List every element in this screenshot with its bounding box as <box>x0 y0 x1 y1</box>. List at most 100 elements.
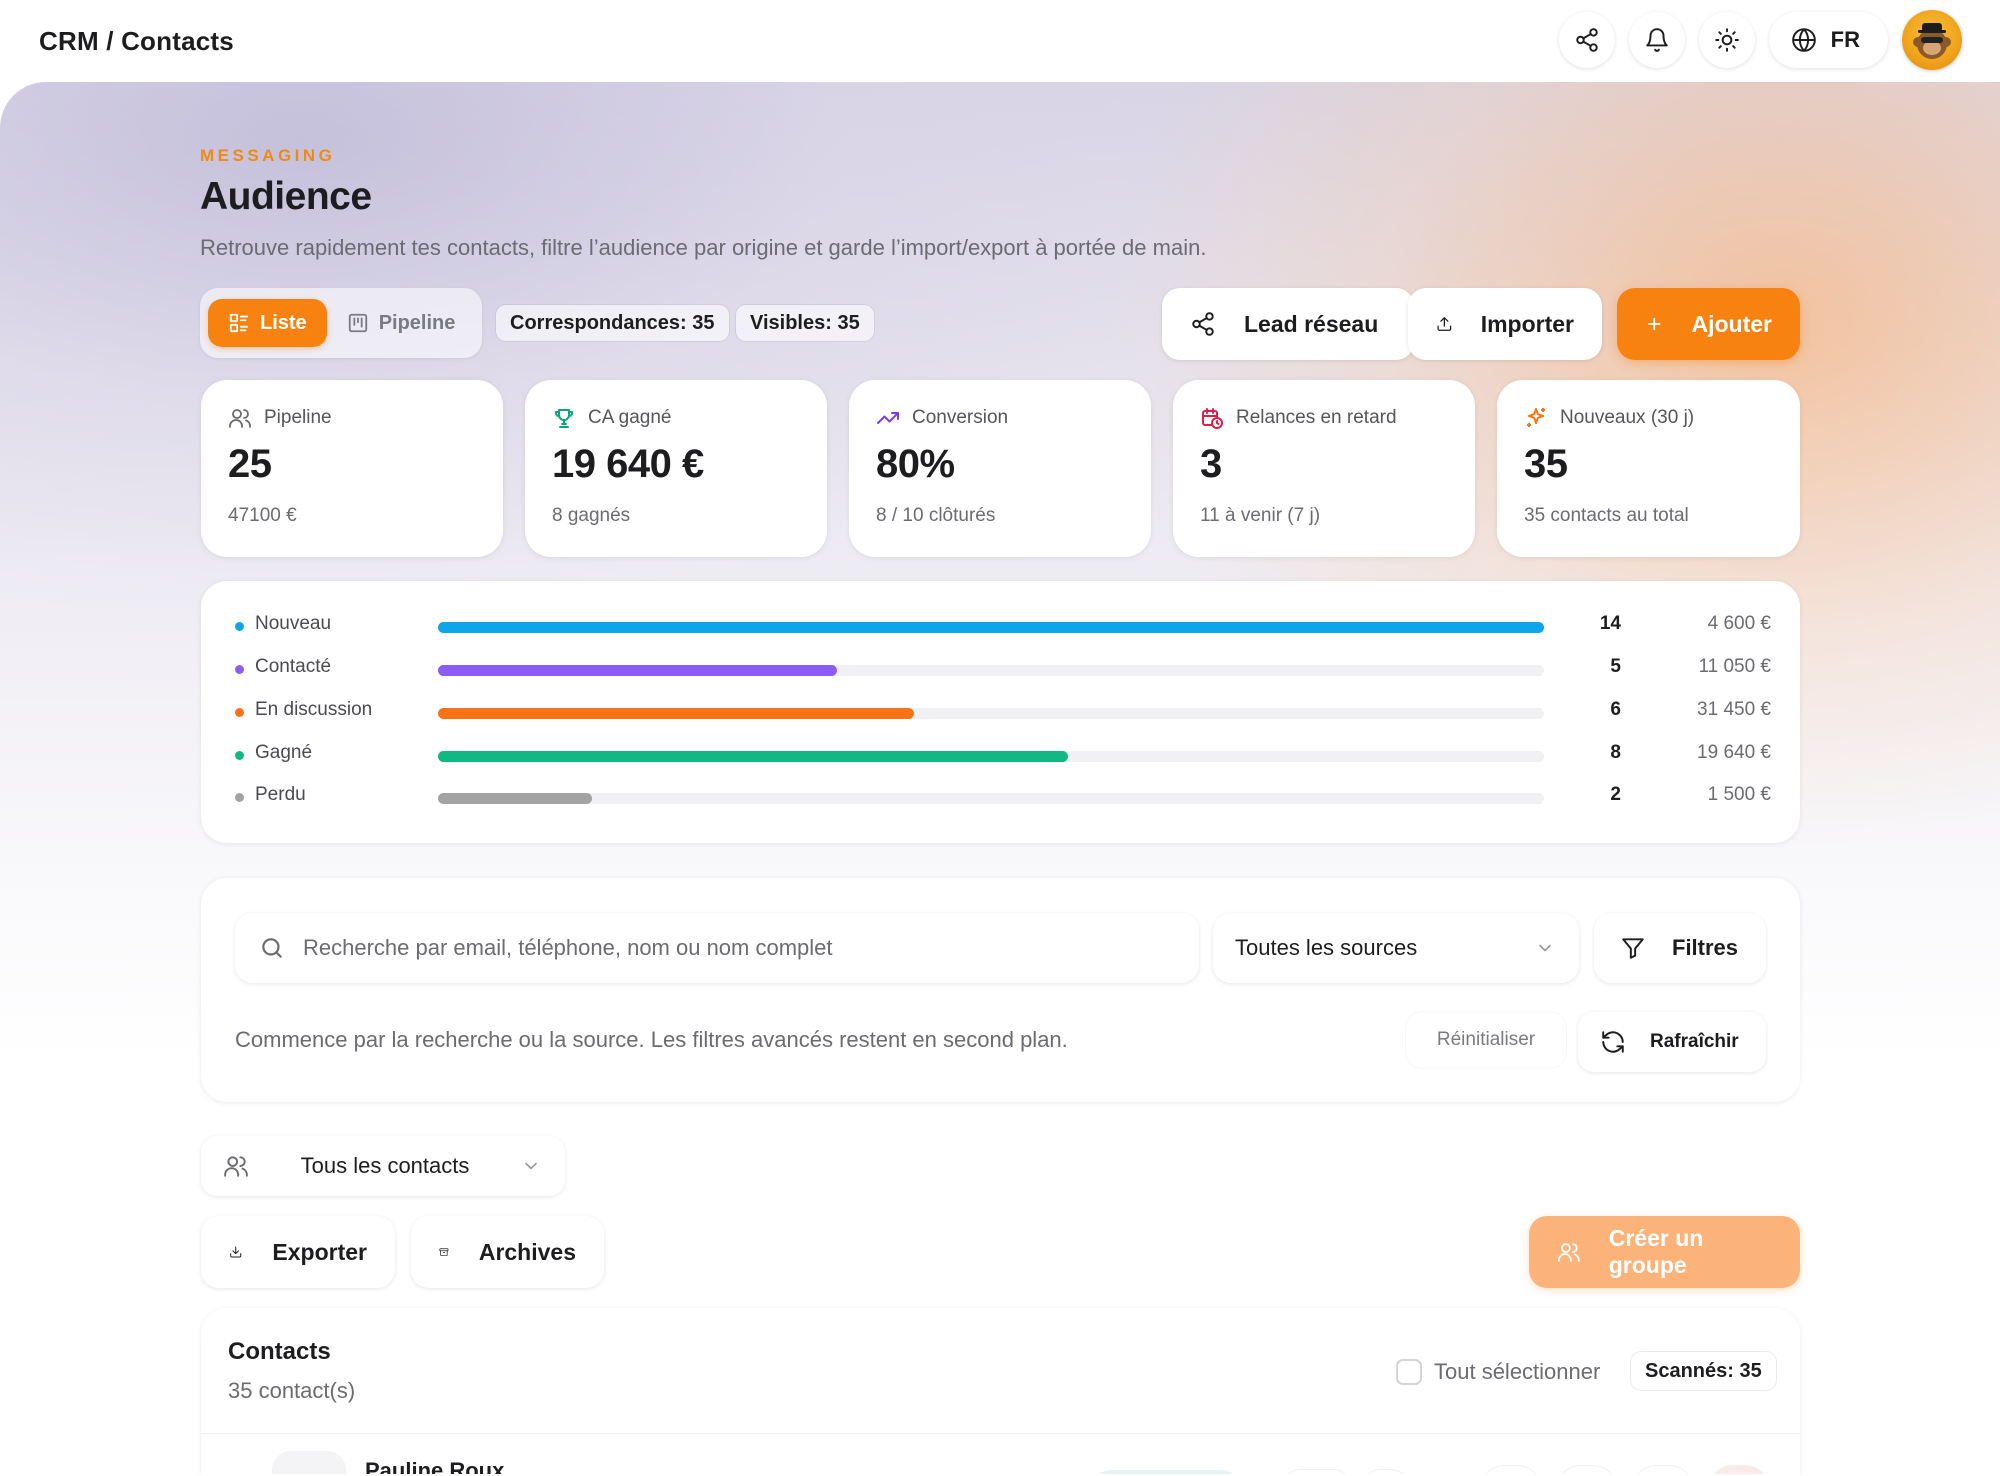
contact-avatar <box>273 1452 345 1476</box>
contacts-title: Contacts <box>228 1338 331 1365</box>
trend-up-icon <box>877 412 899 424</box>
export-button[interactable]: Exporter <box>201 1216 395 1288</box>
notifications-button[interactable] <box>1628 12 1685 68</box>
import-label: Importer <box>1480 310 1574 337</box>
archive-box-icon <box>439 1248 449 1257</box>
stage-row: Contacté 5 11 050 € <box>201 654 1801 684</box>
language-selector[interactable]: FR <box>1768 12 1888 68</box>
filters-button[interactable]: Filtres <box>1594 913 1766 983</box>
create-group-label: Créer un groupe <box>1608 1225 1704 1278</box>
divider <box>201 1433 1800 1434</box>
users-icon <box>224 1156 248 1177</box>
lead-network-button[interactable]: Lead réseau <box>1162 288 1414 360</box>
share-button[interactable] <box>1558 12 1615 68</box>
source-select[interactable]: Toutes les sources <box>1213 913 1579 983</box>
contacts-card: Contacts 35 contact(s) Tout sélectionner… <box>201 1308 1800 1476</box>
scanned-badge: Scannés: 35 <box>1631 1352 1776 1390</box>
stat-value: 25 <box>228 442 272 486</box>
archives-button[interactable]: Archives <box>411 1216 604 1288</box>
upload-icon <box>1437 317 1452 331</box>
import-button[interactable]: Importer <box>1408 288 1602 360</box>
stage-bar <box>438 751 1068 762</box>
monkey-avatar-icon <box>1913 23 1951 59</box>
contacts-count: 35 contact(s) <box>228 1378 356 1403</box>
stage-row: En discussion 6 31 450 € <box>201 697 1801 727</box>
search-input[interactable]: Recherche par email, téléphone, nom ou n… <box>303 935 833 961</box>
stage-label: Nouveau <box>255 613 332 634</box>
stage-dot <box>235 622 244 631</box>
stage-amount: 31 450 € <box>1697 699 1771 720</box>
stage-count: 5 <box>1610 656 1621 677</box>
stage-dot <box>235 665 244 674</box>
stat-value: 80% <box>876 442 955 486</box>
sparkles-icon <box>1527 408 1545 427</box>
stat-label: Relances en retard <box>1236 407 1397 428</box>
segment-select[interactable]: Tous les contacts <box>201 1136 565 1196</box>
reset-button[interactable]: Réinitialiser <box>1406 1012 1566 1068</box>
stat-label-row: Pipeline <box>228 406 332 430</box>
filter-funnel-icon <box>1622 938 1644 959</box>
select-all-checkbox[interactable] <box>1396 1359 1422 1385</box>
search-field[interactable]: Recherche par email, téléphone, nom ou n… <box>235 913 1199 983</box>
stage-count: 2 <box>1610 784 1621 805</box>
add-button[interactable]: Ajouter <box>1617 288 1800 360</box>
view-toggle: Liste Pipeline <box>200 288 482 358</box>
stage-count: 8 <box>1610 742 1621 763</box>
stat-label-row: Conversion <box>876 406 1008 430</box>
view-pipeline-button[interactable]: Pipeline <box>333 299 470 347</box>
stat-sub: 47100 € <box>228 505 297 526</box>
trophy-icon <box>554 409 574 428</box>
refresh-label: Rafraîchir <box>1650 1031 1739 1052</box>
list-icon <box>229 313 249 333</box>
top-bar: CRM / Contacts FR <box>0 0 2000 82</box>
users-icon <box>229 409 251 428</box>
filters-label: Filtres <box>1672 935 1739 960</box>
export-label: Exporter <box>272 1238 367 1265</box>
view-list-label: Liste <box>260 311 307 334</box>
stat-label: CA gagné <box>588 407 672 428</box>
share-icon <box>1192 312 1214 336</box>
theme-toggle-button[interactable] <box>1698 12 1755 68</box>
stage-bar <box>438 793 592 804</box>
stat-label-row: Nouveaux (30 j) <box>1524 406 1694 430</box>
stat-label: Nouveaux (30 j) <box>1560 407 1695 428</box>
avatar[interactable] <box>1902 10 1962 70</box>
stage-track <box>438 793 1544 804</box>
stage-dot <box>235 708 244 717</box>
stage-bar <box>438 665 837 676</box>
stage-label: Perdu <box>255 784 306 805</box>
visible-badge: Visibles: 35 <box>736 305 874 341</box>
stat-value: 19 640 € <box>552 442 704 486</box>
stage-row: Gagné 8 19 640 € <box>201 740 1801 770</box>
stage-bar <box>438 708 914 719</box>
stage-row: Perdu 2 1 500 € <box>201 782 1801 812</box>
chevron-down-icon <box>525 1162 537 1170</box>
stage-amount: 19 640 € <box>1697 742 1771 763</box>
refresh-button[interactable]: Rafraîchir <box>1578 1012 1766 1072</box>
stat-card-conversion: Conversion 80% 8 / 10 clôturés <box>849 380 1151 557</box>
create-group-button[interactable]: Créer un groupe <box>1529 1216 1800 1288</box>
stat-sub: 8 / 10 clôturés <box>876 505 996 526</box>
select-all-label[interactable]: Tout sélectionner <box>1434 1359 1600 1385</box>
stat-card-new: Nouveaux (30 j) 35 35 contacts au total <box>1497 380 1800 557</box>
sun-icon <box>1714 28 1739 52</box>
add-label: Ajouter <box>1691 310 1773 337</box>
stat-sub: 11 à venir (7 j) <box>1200 505 1321 526</box>
view-list-button[interactable]: Liste <box>208 299 327 347</box>
bell-icon <box>1645 28 1668 52</box>
stat-label: Pipeline <box>264 407 332 428</box>
stat-sub: 8 gagnés <box>552 505 631 526</box>
stat-card-overdue: Relances en retard 3 11 à venir (7 j) <box>1173 380 1475 557</box>
search-icon <box>262 938 282 958</box>
filter-hint: Commence par la recherche ou la source. … <box>235 1027 1068 1052</box>
stage-amount: 11 050 € <box>1698 656 1771 677</box>
plus-icon <box>1648 317 1661 331</box>
globe-icon <box>1791 28 1816 52</box>
matches-badge: Correspondances: 35 <box>496 305 729 341</box>
page-title: Audience <box>200 175 372 218</box>
archives-label: Archives <box>478 1238 576 1265</box>
stat-value: 3 <box>1200 442 1222 486</box>
section-eyebrow: MESSAGING <box>200 146 336 165</box>
calendar-clock-icon <box>1202 408 1223 429</box>
page-subtitle: Retrouve rapidement tes contacts, filtre… <box>200 235 1207 260</box>
